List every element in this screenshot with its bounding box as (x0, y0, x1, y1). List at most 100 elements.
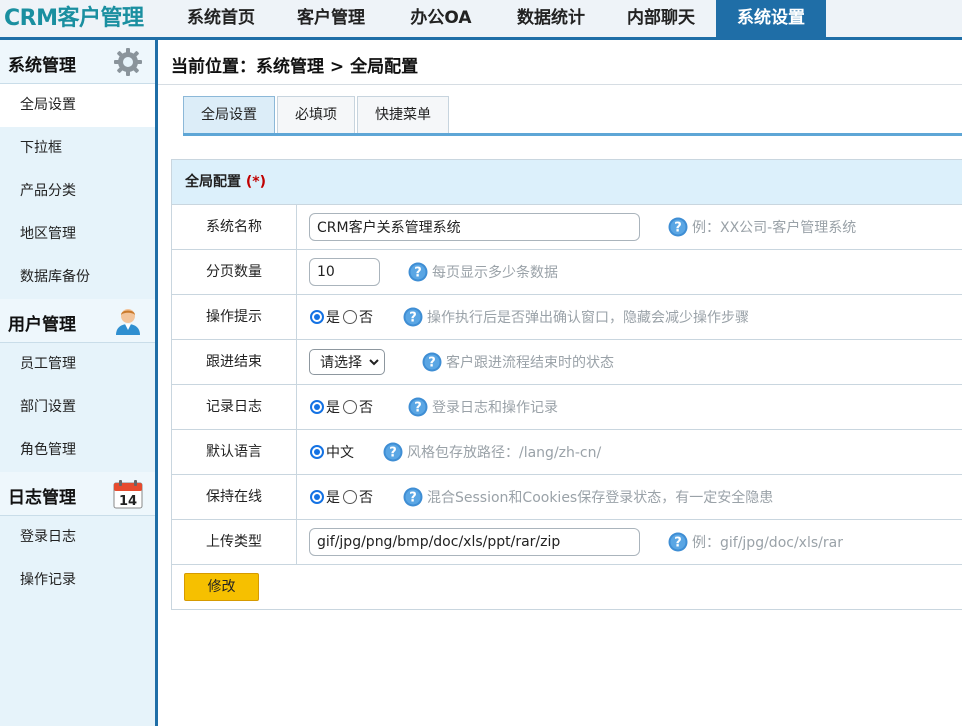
svg-text:?: ? (674, 221, 682, 236)
hint-text: 登录日志和操作记录 (432, 400, 558, 416)
hint-text: 操作执行后是否弹出确认窗口，隐藏会减少操作步骤 (427, 310, 749, 326)
hint-text: 混合Session和Cookies保存登录状态，有一定安全隐患 (427, 490, 774, 506)
button-row: 修改 (172, 565, 962, 609)
tab-required-fields[interactable]: 必填项 (277, 96, 355, 133)
field-label: 分页数量 (172, 250, 297, 294)
sidebar-item-regions[interactable]: 地区管理 (0, 213, 155, 256)
hint-text: 例：XX公司-客户管理系统 (692, 220, 857, 236)
chevron-down-icon (369, 359, 379, 366)
sidebar-item-dropdowns[interactable]: 下拉框 (0, 127, 155, 170)
sidebar-item-employees[interactable]: 员工管理 (0, 343, 155, 386)
sidebar-item-global-settings[interactable]: 全局设置 (0, 84, 155, 127)
svg-text:?: ? (414, 401, 422, 416)
field-label: 跟进结束 (172, 340, 297, 384)
sidebar-item-operation-log[interactable]: 操作记录 (0, 559, 155, 602)
help-icon: ? (383, 442, 403, 462)
system-name-input[interactable] (309, 213, 640, 241)
radio-label: 是 (326, 400, 340, 416)
nav-item-statistics[interactable]: 数据统计 (496, 0, 606, 37)
sidebar-item-departments[interactable]: 部门设置 (0, 386, 155, 429)
help-icon: ? (408, 262, 428, 282)
help-icon: ? (422, 352, 442, 372)
calendar-icon: 14 (113, 480, 143, 509)
field-hint: ? 操作执行后是否弹出确认窗口，隐藏会减少操作步骤 (403, 295, 749, 339)
top-bar: CRM客户管理 系统首页 客户管理 办公OA 数据统计 内部聊天 系统设置 (0, 0, 962, 40)
radio-label: 中文 (326, 445, 354, 461)
tab-bar: 全局设置 必填项 快捷菜单 (183, 96, 451, 133)
op-prompt-yes-radio[interactable] (310, 310, 324, 324)
log-yes-radio[interactable] (310, 400, 324, 414)
language-zh-radio[interactable] (310, 445, 324, 459)
nav-item-home[interactable]: 系统首页 (166, 0, 276, 37)
keep-online-radio-group: 是 否 (310, 475, 373, 519)
row-keep-online: 保持在线 是 否 ? 混合Session和Cookies保存登录状态，有一定安全… (172, 475, 962, 520)
radio-label: 否 (359, 490, 373, 506)
nav-item-oa[interactable]: 办公OA (386, 0, 496, 37)
follow-end-select[interactable]: 请选择 (309, 349, 385, 375)
help-icon: ? (668, 532, 688, 552)
sidebar-group-users: 用户管理 (0, 299, 155, 343)
hint-text: 风格包存放路径：/lang/zh-cn/ (407, 445, 602, 461)
nav-item-chat[interactable]: 内部聊天 (606, 0, 716, 37)
sidebar-group-title: 日志管理 (8, 488, 76, 508)
radio-label: 否 (359, 310, 373, 326)
log-no-radio[interactable] (343, 400, 357, 414)
field-label: 操作提示 (172, 295, 297, 339)
svg-text:?: ? (428, 356, 436, 371)
sidebar-group-title: 系统管理 (8, 56, 76, 76)
row-language: 默认语言 中文 ? 风格包存放路径：/lang/zh-cn/ (172, 430, 962, 475)
field-hint: ? 客户跟进流程结束时的状态 (422, 340, 614, 384)
language-radio-group: 中文 (310, 430, 354, 474)
hint-text: 例：gif/jpg/doc/xls/rar (692, 535, 843, 551)
field-hint: ? 登录日志和操作记录 (408, 385, 558, 429)
field-hint: ? 风格包存放路径：/lang/zh-cn/ (383, 430, 601, 474)
field-label: 记录日志 (172, 385, 297, 429)
main-content: 当前位置：系统管理 > 全局配置 全局设置 必填项 快捷菜单 全局配置 (*) … (158, 40, 962, 726)
sidebar-group-system: 系统管理 (0, 40, 155, 84)
keep-online-no-radio[interactable] (343, 490, 357, 504)
radio-label: 否 (359, 400, 373, 416)
row-page-size: 分页数量 ? 每页显示多少条数据 (172, 250, 962, 295)
radio-label: 是 (326, 490, 340, 506)
user-icon (116, 309, 140, 335)
sidebar-item-login-log[interactable]: 登录日志 (0, 516, 155, 559)
tab-global-settings[interactable]: 全局设置 (183, 96, 275, 133)
svg-text:?: ? (414, 266, 422, 281)
help-icon: ? (403, 487, 423, 507)
field-hint: ? 例：XX公司-客户管理系统 (668, 205, 856, 249)
gear-icon (114, 48, 142, 76)
svg-text:?: ? (674, 536, 682, 551)
op-prompt-radio-group: 是 否 (310, 295, 373, 339)
sidebar-item-roles[interactable]: 角色管理 (0, 429, 155, 472)
tab-underline (183, 133, 962, 136)
hint-text: 客户跟进流程结束时的状态 (446, 355, 614, 371)
help-icon: ? (668, 217, 688, 237)
op-prompt-no-radio[interactable] (343, 310, 357, 324)
field-label: 系统名称 (172, 205, 297, 249)
sidebar-group-logs: 日志管理 14 (0, 472, 155, 516)
sidebar-item-db-backup[interactable]: 数据库备份 (0, 256, 155, 299)
row-upload-types: 上传类型 ? 例：gif/jpg/doc/xls/rar (172, 520, 962, 565)
field-hint: ? 混合Session和Cookies保存登录状态，有一定安全隐患 (403, 475, 773, 519)
row-op-prompt: 操作提示 是 否 ? 操作执行后是否弹出确认窗口，隐藏会减少操作步骤 (172, 295, 962, 340)
keep-online-yes-radio[interactable] (310, 490, 324, 504)
field-label: 上传类型 (172, 520, 297, 564)
nav-item-settings[interactable]: 系统设置 (716, 0, 826, 37)
nav-item-customers[interactable]: 客户管理 (276, 0, 386, 37)
submit-button[interactable]: 修改 (184, 573, 259, 601)
upload-types-input[interactable] (309, 528, 640, 556)
row-log: 记录日志 是 否 ? 登录日志和操作记录 (172, 385, 962, 430)
tab-shortcut-menu[interactable]: 快捷菜单 (357, 96, 449, 133)
sidebar-group-title: 用户管理 (8, 315, 76, 335)
radio-label: 是 (326, 310, 340, 326)
svg-text:?: ? (389, 446, 397, 461)
sidebar-item-product-categories[interactable]: 产品分类 (0, 170, 155, 213)
svg-text:?: ? (409, 491, 417, 506)
field-label: 默认语言 (172, 430, 297, 474)
row-follow-end: 跟进结束 请选择 ? 客户跟进流程结束时的状态 (172, 340, 962, 385)
sidebar: 系统管理 全局设置 下拉框 产品分类 地区管理 数据库备份 用户管理 员工管理 … (0, 40, 158, 726)
row-system-name: 系统名称 ? 例：XX公司-客户管理系统 (172, 205, 962, 250)
panel-header: 全局配置 (*) (172, 160, 962, 205)
page-size-input[interactable] (309, 258, 380, 286)
field-label: 保持在线 (172, 475, 297, 519)
